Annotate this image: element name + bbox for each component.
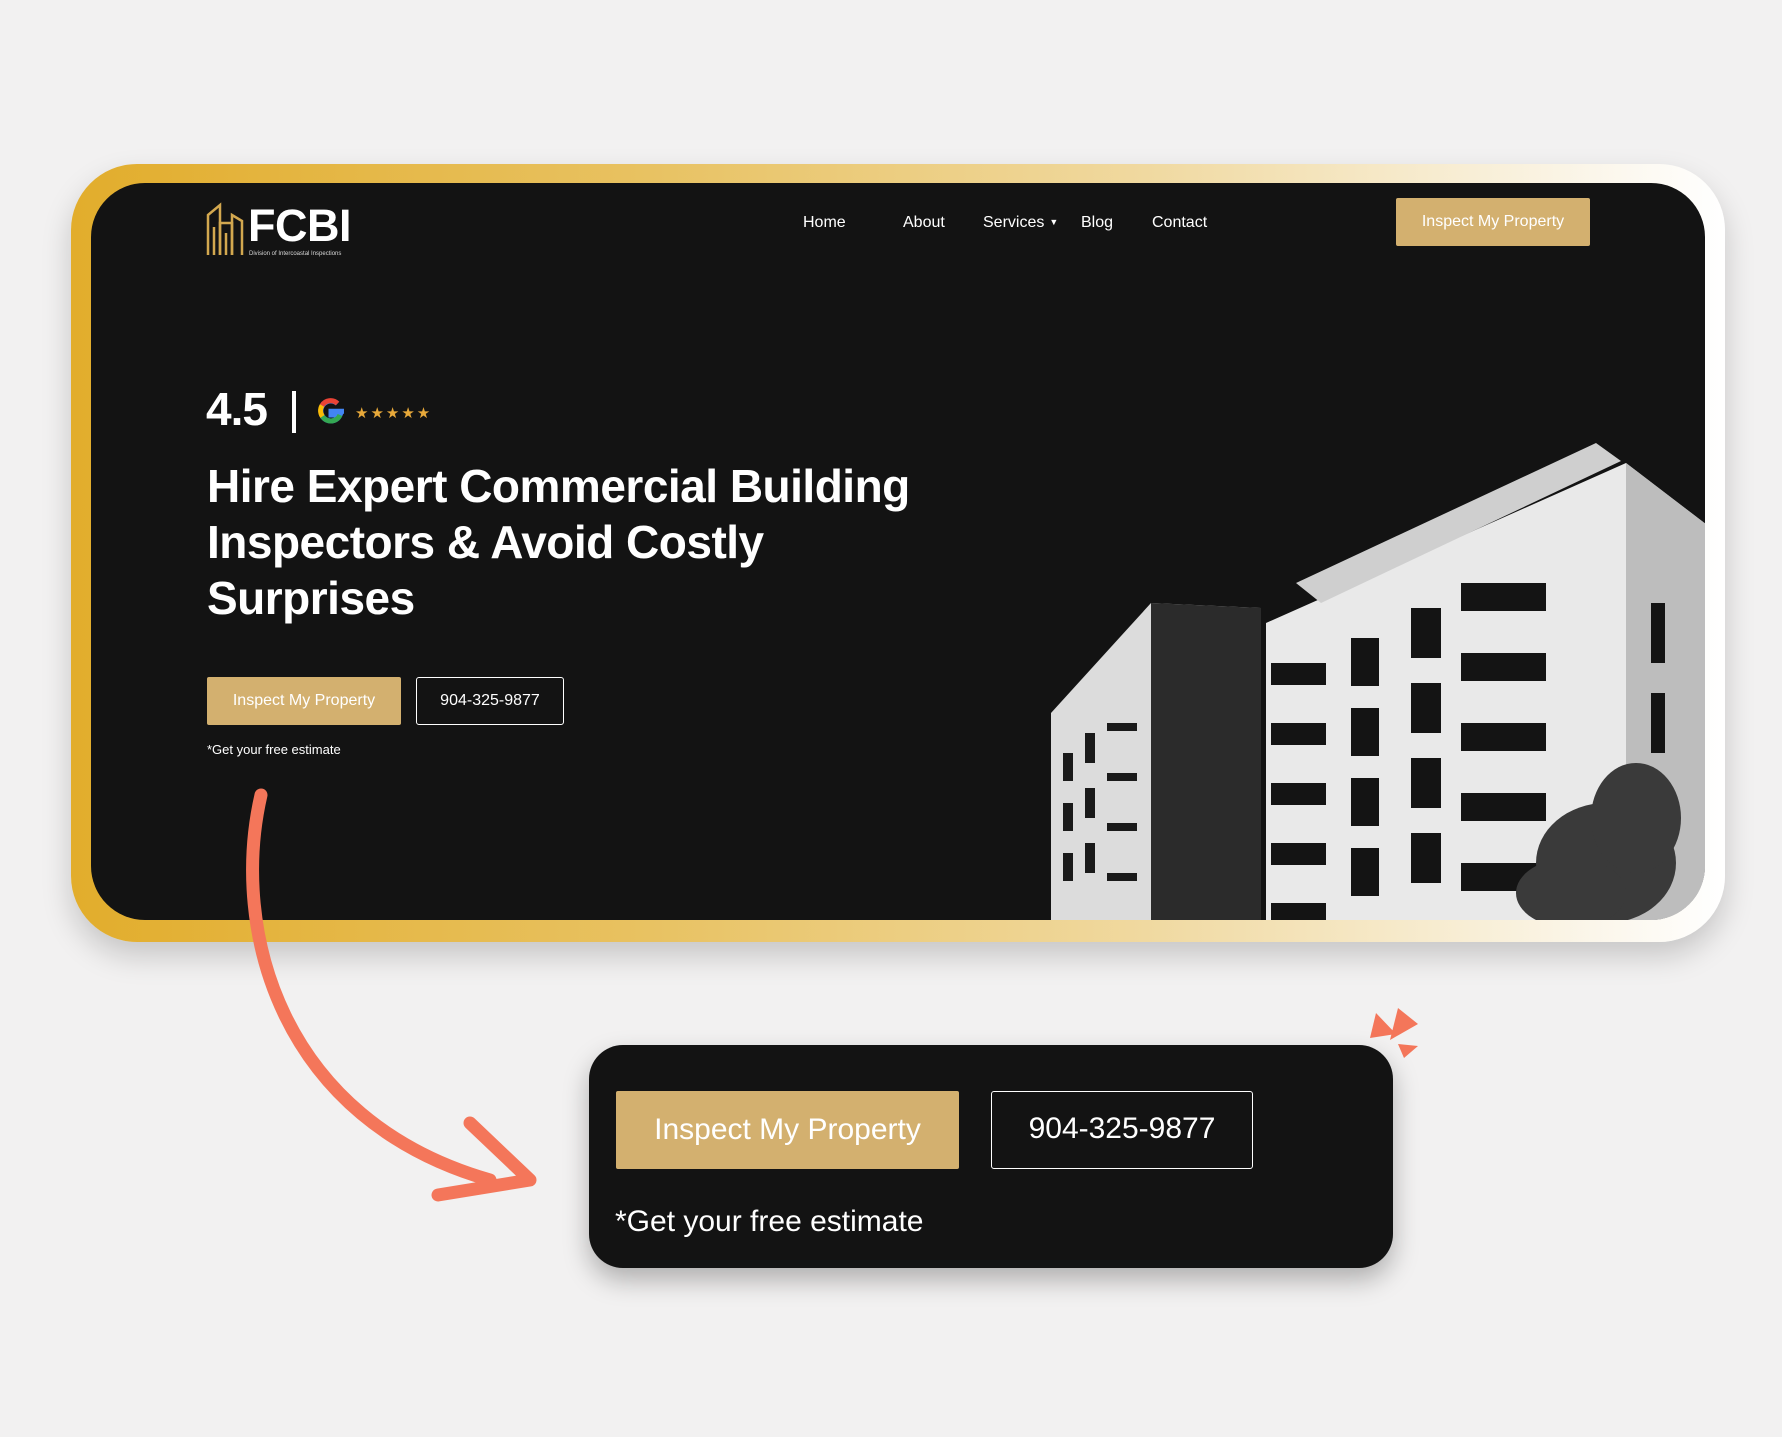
nav-contact[interactable]: Contact <box>1152 214 1207 232</box>
brand-tagline: Division of Intercoastal Inspections <box>249 251 342 257</box>
building-logo-icon <box>206 202 244 255</box>
nav-blog[interactable]: Blog <box>1081 214 1113 232</box>
hero-headline: Hire Expert Commercial Building Inspecto… <box>207 460 910 624</box>
rating-divider <box>292 391 296 433</box>
hero-estimate-note: *Get your free estimate <box>207 742 341 757</box>
rating-value: 4.5 <box>206 383 268 435</box>
website-screen: FCBI Division of Intercoastal Inspection… <box>91 183 1705 920</box>
google-icon <box>318 398 344 424</box>
brand-logo[interactable]: FCBI Division of Intercoastal Inspection… <box>206 195 366 257</box>
hero-cta-button[interactable]: Inspect My Property <box>207 677 401 725</box>
header-cta-button[interactable]: Inspect My Property <box>1396 198 1590 246</box>
zoom-phone-button[interactable]: 904-325-9877 <box>991 1091 1253 1169</box>
zoom-estimate-note: *Get your free estimate <box>615 1205 924 1238</box>
zoom-cta-button[interactable]: Inspect My Property <box>616 1091 959 1169</box>
nav-home[interactable]: Home <box>803 214 846 232</box>
hero-phone-button[interactable]: 904-325-9877 <box>416 677 564 725</box>
nav-about[interactable]: About <box>903 214 945 232</box>
brand-name: FCBI <box>248 200 352 251</box>
building-image <box>1051 443 1705 920</box>
chevron-down-icon: ▼ <box>1049 217 1059 227</box>
zoomed-cta-card: Inspect My Property 904-325-9877 *Get yo… <box>589 1045 1393 1268</box>
rating-stars: ★★★★★ <box>355 405 433 422</box>
nav-services-label: Services <box>983 214 1045 231</box>
nav-services[interactable]: Services ▼ <box>983 214 1058 232</box>
